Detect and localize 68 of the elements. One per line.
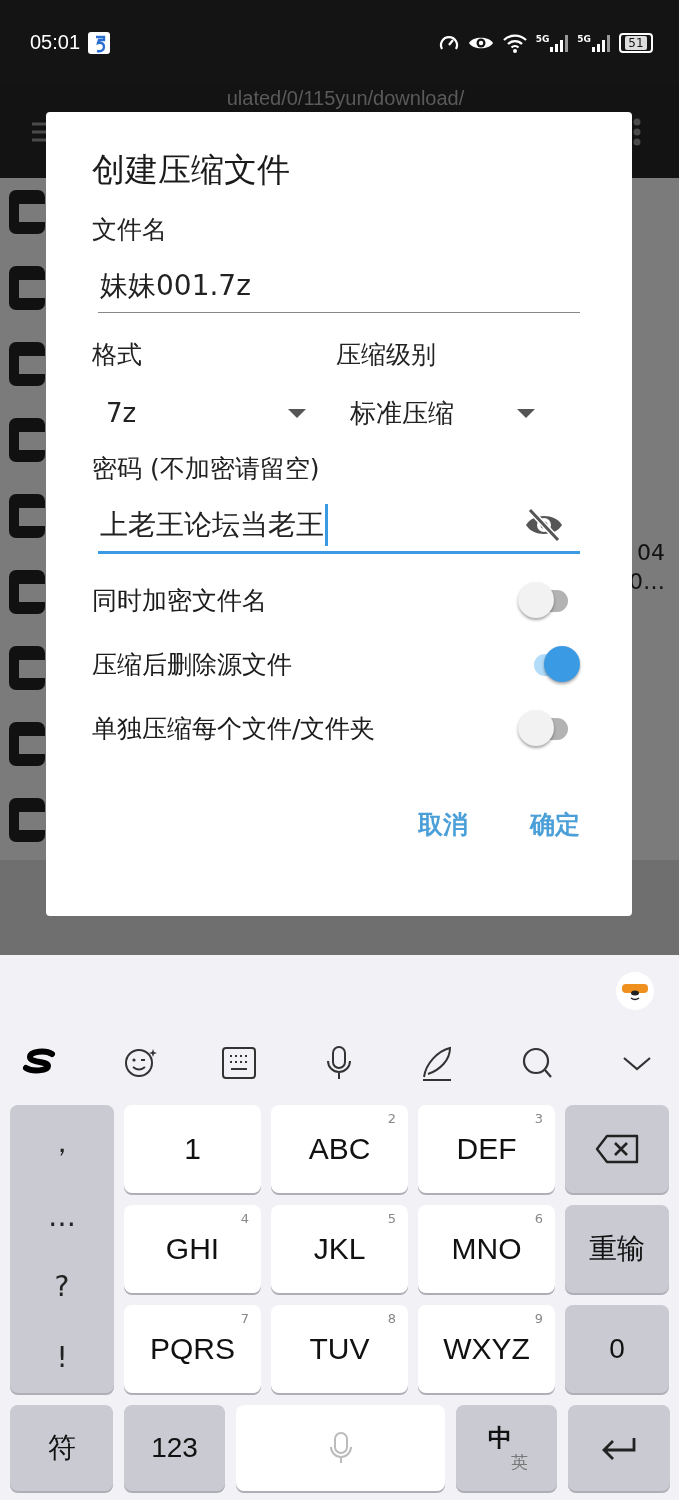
battery-level: 51 — [625, 35, 647, 50]
network-label: 5G — [535, 33, 550, 44]
key-digit-hint: 4 — [240, 1211, 249, 1226]
app-notification-icon — [88, 31, 111, 54]
folder-icon[interactable] — [9, 722, 45, 766]
folder-icon[interactable] — [9, 798, 45, 842]
enter-icon — [601, 1436, 637, 1460]
key[interactable]: TUV 8 — [271, 1305, 408, 1393]
option-label: 同时加密文件名 — [92, 584, 267, 617]
field-label: 文件名 — [92, 214, 168, 246]
backspace-key[interactable] — [565, 1105, 669, 1193]
key[interactable]: MNO 6 — [418, 1205, 555, 1293]
key-digit-hint: 3 — [534, 1111, 543, 1126]
dropdown-caret-icon — [288, 408, 306, 418]
key[interactable]: 123 — [124, 1405, 225, 1491]
network-label: 5G — [577, 33, 591, 44]
folder-icon[interactable] — [9, 266, 45, 310]
key[interactable]: ABC 2 — [271, 1105, 408, 1193]
key[interactable]: PQRS 7 — [124, 1305, 261, 1393]
field-label: 密码 (不加密请留空) — [92, 453, 321, 485]
backspace-icon — [595, 1134, 639, 1164]
language-switch-key[interactable]: 中 英 — [456, 1405, 557, 1491]
folder-icon[interactable] — [9, 190, 45, 234]
key-digit-hint: 9 — [534, 1311, 543, 1326]
key[interactable]: 符 — [10, 1405, 113, 1491]
dropdown-caret-icon — [517, 408, 535, 418]
dropdown-value: 7z — [106, 398, 137, 428]
key-digit-hint: 2 — [387, 1111, 396, 1126]
symbol-key[interactable]: … — [10, 1199, 114, 1233]
signal-icon — [591, 33, 611, 52]
key[interactable]: 重输 — [565, 1205, 669, 1293]
key[interactable]: JKL 5 — [271, 1205, 408, 1293]
signal-icon — [549, 33, 570, 52]
key-digit-hint: 8 — [387, 1311, 396, 1326]
folder-path: ulated/0/115yun/download/ — [226, 86, 465, 110]
folder-icon[interactable] — [9, 418, 45, 462]
dropdown-value: 标准压缩 — [350, 396, 454, 430]
symbol-key[interactable]: ? — [10, 1270, 114, 1304]
eye-off-icon[interactable] — [524, 508, 564, 542]
option-label: 压缩后删除源文件 — [92, 648, 292, 681]
field-label: 格式 — [92, 339, 143, 371]
key[interactable]: 1 — [124, 1105, 261, 1193]
option-label: 单独压缩每个文件/文件夹 — [92, 712, 376, 745]
key[interactable]: DEF 3 — [418, 1105, 555, 1193]
folder-icon[interactable] — [9, 646, 45, 690]
mascot-icon[interactable] — [615, 971, 655, 1011]
key-digit-hint: 7 — [240, 1311, 249, 1326]
enter-key[interactable] — [568, 1405, 670, 1491]
field-label: 压缩级别 — [336, 339, 437, 371]
dialog-title: 创建压缩文件 — [92, 149, 291, 191]
key[interactable]: GHI 4 — [124, 1205, 261, 1293]
symbol-key[interactable]: ! — [10, 1341, 114, 1375]
folder-icon[interactable] — [9, 494, 45, 538]
dropdown[interactable]: 标准压缩 — [350, 393, 535, 433]
key[interactable]: 0 — [565, 1305, 669, 1393]
key[interactable]: WXYZ 9 — [418, 1305, 555, 1393]
keyboard-icon[interactable] — [221, 1045, 257, 1081]
symbol-key[interactable]: ， — [10, 1123, 114, 1162]
microphone-icon — [328, 1432, 353, 1464]
password-field[interactable]: 上老王论坛当老王 — [98, 499, 580, 554]
filename-field[interactable]: 妹妹001.7z — [98, 260, 580, 313]
key-digit-hint: 6 — [534, 1211, 543, 1226]
folder-icon[interactable] — [9, 342, 45, 386]
folder-icon[interactable] — [9, 570, 45, 614]
key-digit-hint: 5 — [387, 1211, 396, 1226]
file-info-text: 04 — [636, 540, 665, 565]
dropdown[interactable]: 7z — [106, 393, 306, 433]
clock-time: 05:01 — [30, 31, 81, 54]
